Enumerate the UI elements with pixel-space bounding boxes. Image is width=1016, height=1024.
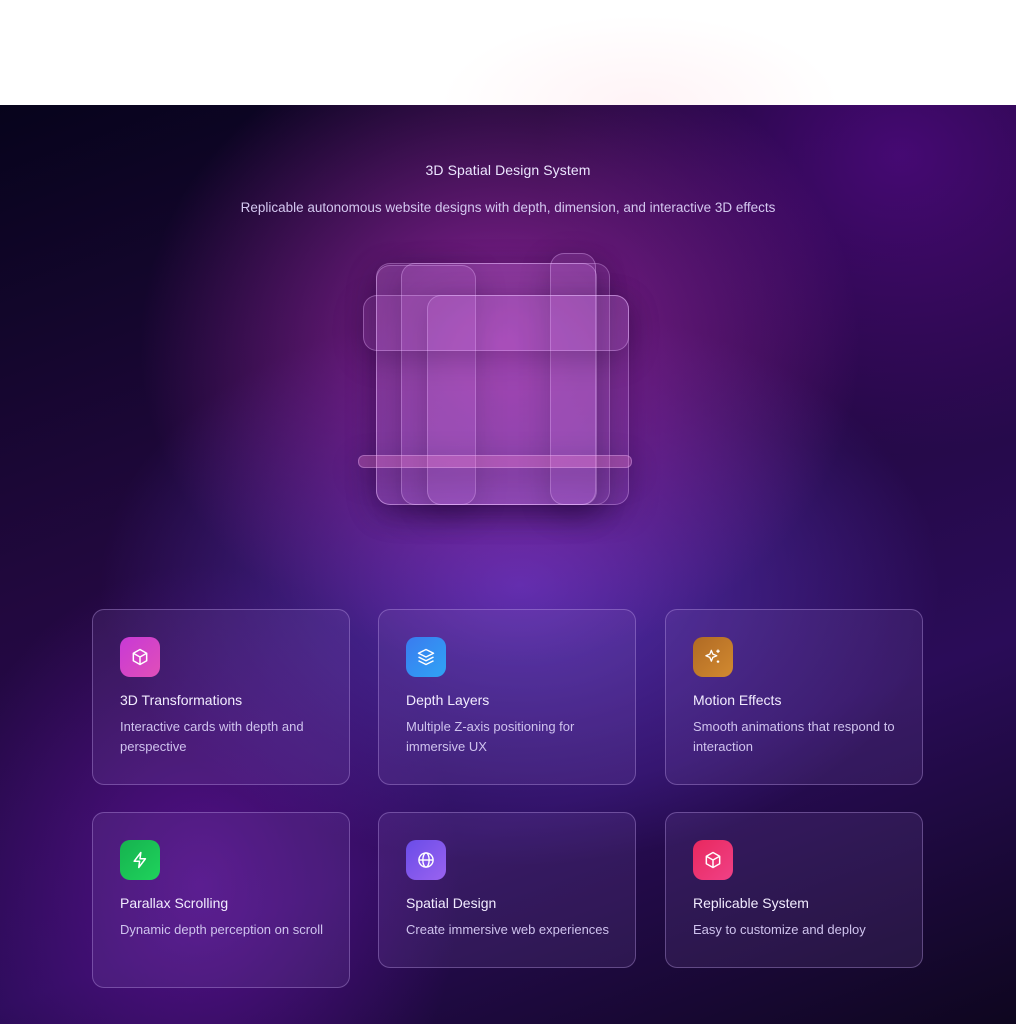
- feature-card-replicable-system[interactable]: Replicable System Easy to customize and …: [665, 812, 923, 968]
- lightning-icon: [120, 840, 160, 880]
- layer-bottom-bar: [358, 455, 632, 468]
- feature-title: 3D Transformations: [120, 692, 243, 708]
- feature-description: Create immersive web experiences: [406, 922, 610, 937]
- page-subtitle: Replicable autonomous website designs wi…: [240, 200, 776, 215]
- feature-title: Spatial Design: [406, 895, 497, 911]
- feature-title: Depth Layers: [406, 692, 490, 708]
- globe-icon: [406, 840, 446, 880]
- 3d-layer-stack-illustration[interactable]: [355, 250, 635, 510]
- feature-card-3d-transformations[interactable]: 3D Transformations Interactive cards wit…: [92, 609, 350, 785]
- feature-card-depth-layers[interactable]: Depth Layers Multiple Z-axis positioning…: [378, 609, 636, 785]
- feature-card-parallax-scrolling[interactable]: Parallax Scrolling Dynamic depth percept…: [92, 812, 350, 988]
- feature-title: Motion Effects: [693, 692, 782, 708]
- cube-icon: [120, 637, 160, 677]
- feature-description: Easy to customize and deploy: [693, 922, 866, 937]
- feature-title: Replicable System: [693, 895, 809, 911]
- feature-description: Multiple Z-axis positioning for immersiv…: [406, 719, 575, 754]
- page-title: 3D Spatial Design System: [425, 162, 591, 178]
- layer-top-bar: [363, 295, 629, 351]
- feature-description: Dynamic depth perception on scroll: [120, 922, 324, 937]
- feature-card-spatial-design[interactable]: Spatial Design Create immersive web expe…: [378, 812, 636, 968]
- feature-title: Parallax Scrolling: [120, 895, 229, 911]
- feature-description: Interactive cards with depth and perspec…: [120, 719, 304, 754]
- sparkles-icon: [693, 637, 733, 677]
- page-top-area: [0, 0, 1016, 105]
- hero-section: 3D Spatial Design System Replicable auto…: [0, 105, 1016, 1024]
- box-icon: [693, 840, 733, 880]
- feature-card-motion-effects[interactable]: Motion Effects Smooth animations that re…: [665, 609, 923, 785]
- feature-description: Smooth animations that respond to intera…: [693, 719, 895, 754]
- layers-icon: [406, 637, 446, 677]
